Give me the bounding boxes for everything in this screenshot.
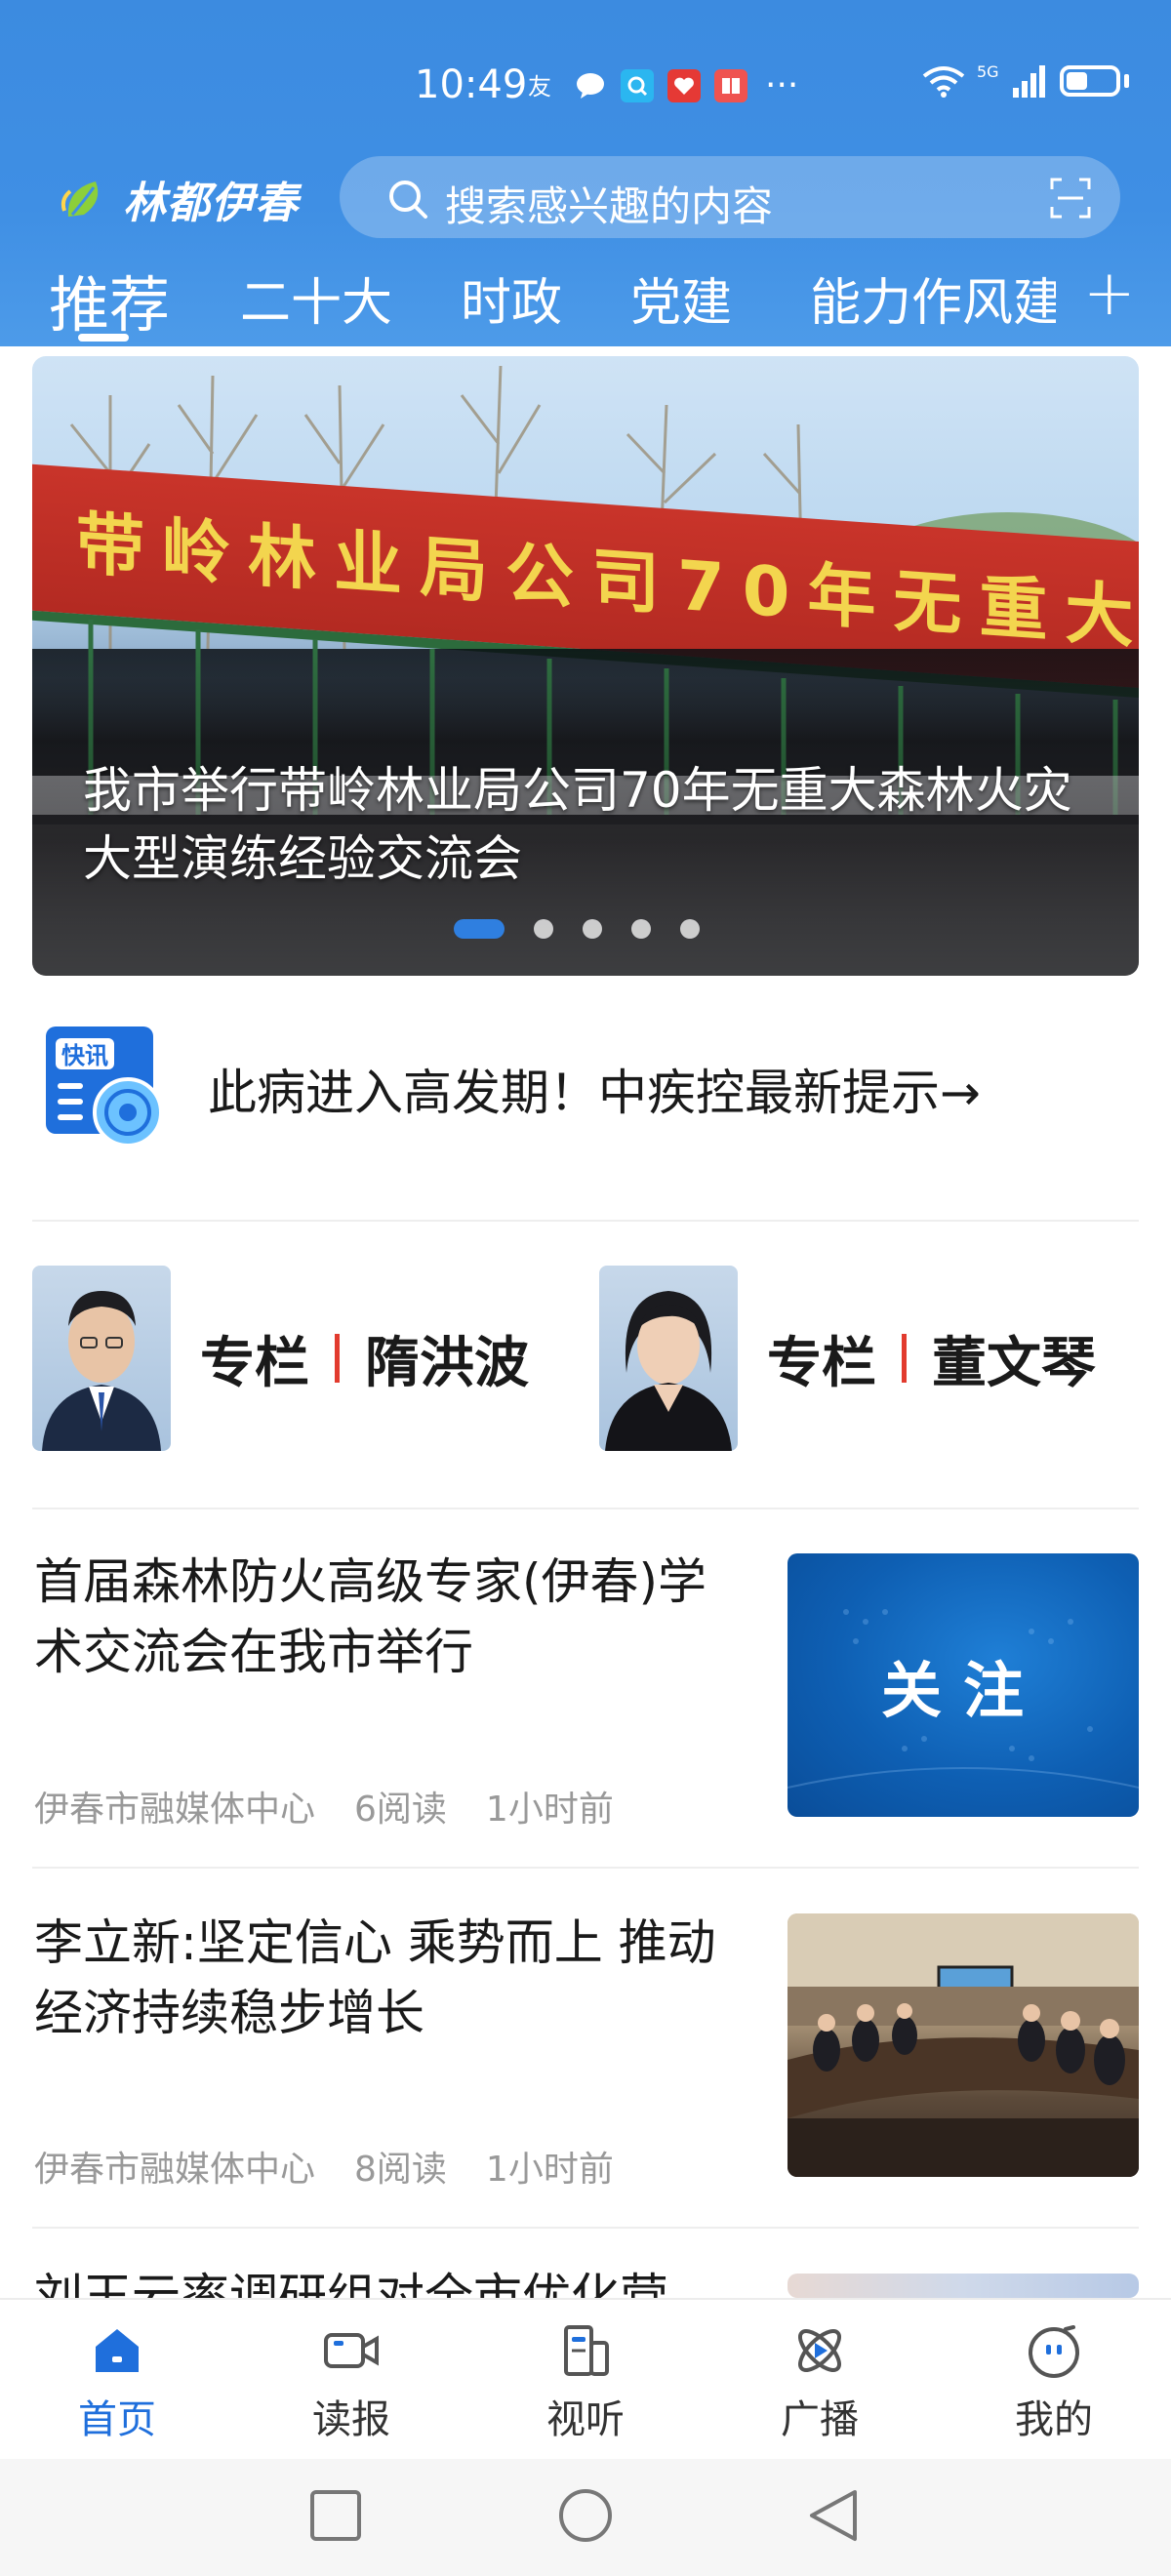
carousel-dots (454, 919, 700, 939)
wifi-icon (922, 66, 965, 98)
column-prefix: 专栏 (767, 1331, 876, 1395)
wechat-like-icon: 友 (527, 69, 560, 102)
carousel-dot[interactable] (454, 919, 505, 939)
nav-label: 首页 (78, 2397, 156, 2442)
signal-icon (1012, 65, 1045, 98)
section-divider (32, 1508, 1139, 1509)
tab-ability-style[interactable]: 能力作风建 (810, 262, 1056, 335)
carousel-dot[interactable] (534, 919, 553, 939)
qq-browser-icon (621, 69, 654, 102)
channel-tabs: 推荐 二十大 时政 党建 能力作风建 + (0, 254, 1171, 346)
more-notifications: ··· (765, 65, 799, 105)
status-bar: 10:49 友 ··· 5G (0, 49, 1171, 127)
svg-text:快讯: 快讯 (61, 1042, 108, 1069)
column-prefix: 专栏 (200, 1331, 309, 1395)
news-meta: 伊春市融媒体中心 8阅读 1小时前 (34, 2141, 614, 2192)
news-title[interactable]: 首届森林防火高级专家(伊春)学术交流会在我市举行 (34, 1547, 737, 1687)
message-icon (574, 69, 607, 102)
tab-politics[interactable]: 时政 (461, 262, 562, 335)
column-label-dong: 专栏 董文琴 (767, 1319, 1096, 1398)
news-title[interactable]: 李立新:坚定信心 乘势而上 推动经济持续稳步增长 (34, 1908, 737, 2048)
nav-audiovisual[interactable]: 视听 (507, 2319, 664, 2444)
section-divider (32, 2227, 1139, 2229)
portrait-sui (32, 1266, 171, 1451)
section-divider (32, 1867, 1139, 1869)
battery-cap (1123, 74, 1129, 88)
flash-news[interactable]: 快讯 此病进入高发期！中疾控最新提示→ (32, 1015, 1139, 1161)
back-button[interactable] (806, 2488, 861, 2547)
search-placeholder: 搜索感兴趣的内容 (445, 182, 774, 230)
health-icon (667, 69, 701, 102)
search-icon (389, 181, 427, 219)
tab-recommend[interactable]: 推荐 (49, 256, 170, 343)
svg-text:友: 友 (528, 73, 551, 99)
section-divider (32, 1220, 1139, 1222)
news-thumbnail[interactable] (787, 2274, 1139, 2298)
news-title[interactable]: 刘玉云率调研组对全市优化营 (34, 2262, 737, 2298)
nav-profile[interactable]: 我的 (976, 2319, 1132, 2444)
search-bar[interactable]: 搜索感兴趣的内容 (340, 156, 1120, 238)
leaf-logo-icon (61, 181, 99, 217)
carousel-dot[interactable] (680, 919, 700, 939)
nav-label: 广播 (781, 2397, 859, 2442)
network-type: 5G (977, 61, 999, 81)
column-name: 隋洪波 (365, 1331, 529, 1395)
news-meta: 伊春市融媒体中心 6阅读 1小时前 (34, 1781, 614, 1831)
tab-party-building[interactable]: 党建 (630, 262, 732, 335)
thumbnail-text: 关注 (880, 1655, 1045, 1726)
nav-home[interactable]: 首页 (39, 2319, 195, 2444)
news-time: 1小时前 (485, 2150, 614, 2190)
recent-apps-button[interactable] (308, 2488, 363, 2543)
nav-broadcast[interactable]: 广播 (742, 2319, 898, 2444)
logo-text: 林都伊春 (123, 179, 299, 228)
media-icon (564, 2325, 609, 2376)
video-icon (324, 2333, 379, 2368)
column-name: 董文琴 (932, 1331, 1096, 1395)
add-tab-button[interactable]: + (1083, 258, 1136, 330)
news-source: 伊春市融媒体中心 (34, 2150, 316, 2190)
news-thumbnail[interactable]: 关注 (787, 1553, 1139, 1817)
column-label-sui: 专栏 隋洪波 (200, 1319, 529, 1398)
news-thumbnail[interactable] (787, 1913, 1139, 2177)
headline-carousel[interactable]: 带岭林业局公司70年无重大森林火灾大型演练经验交流会 我市举行带岭林业局公司70… (32, 356, 1139, 976)
column-card-dong[interactable]: 专栏 董文琴 (599, 1266, 1096, 1451)
news-reads: 8阅读 (354, 2150, 447, 2190)
notification-icons: 友 ··· (527, 64, 798, 107)
nav-label: 视听 (546, 2397, 625, 2442)
nav-read[interactable]: 读报 (273, 2319, 429, 2444)
nav-label: 我的 (1015, 2397, 1093, 2442)
active-tab-indicator (78, 334, 129, 342)
flash-news-text[interactable]: 此病进入高发期！中疾控最新提示→ (208, 1054, 981, 1124)
reader-icon (714, 69, 747, 102)
battery-icon (1059, 65, 1120, 97)
carousel-dot[interactable] (631, 919, 651, 939)
news-source: 伊春市融媒体中心 (34, 1790, 316, 1830)
column-card-sui[interactable]: 专栏 隋洪波 (32, 1266, 529, 1451)
scan-icon[interactable] (1050, 178, 1091, 219)
broadcast-icon (798, 2329, 841, 2372)
nav-label: 读报 (312, 2397, 390, 2442)
tab-twentieth-congress[interactable]: 二十大 (240, 262, 392, 335)
column-separator (902, 1334, 907, 1383)
portrait-dong (599, 1266, 738, 1451)
news-reads: 6阅读 (354, 1790, 447, 1830)
app-logo[interactable]: 林都伊春 (59, 168, 299, 230)
carousel-dot[interactable] (583, 919, 602, 939)
status-time: 10:49 (415, 62, 528, 107)
home-icon (96, 2329, 139, 2372)
home-button[interactable] (556, 2488, 615, 2547)
bottom-navigation: 首页 读报 视听 广播 我的 (0, 2298, 1171, 2461)
flash-news-icon: 快讯 (46, 1026, 163, 1147)
system-navigation-bar (0, 2459, 1171, 2576)
profile-icon (1029, 2325, 1079, 2378)
banner-caption[interactable]: 我市举行带岭林业局公司70年无重大森林火灾大型演练经验交流会 (83, 756, 1098, 893)
column-separator (335, 1334, 340, 1383)
news-time: 1小时前 (485, 1790, 614, 1830)
system-status: 5G (922, 61, 1129, 98)
